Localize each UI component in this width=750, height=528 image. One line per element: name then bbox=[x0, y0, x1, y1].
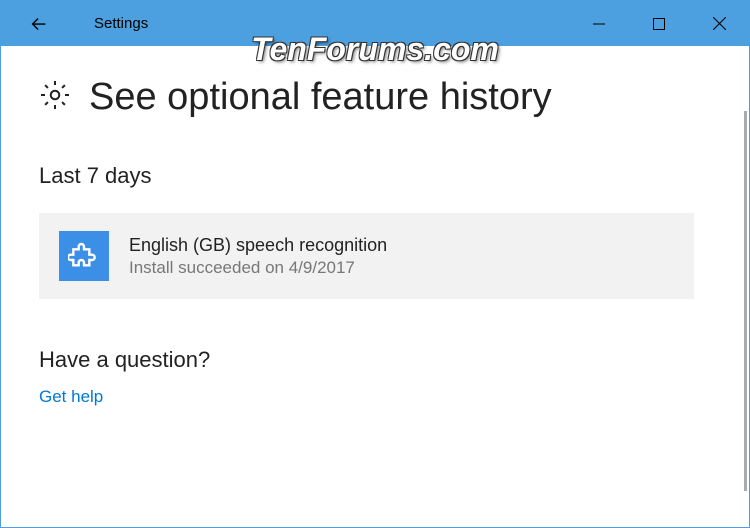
minimize-icon bbox=[593, 18, 605, 30]
back-button[interactable] bbox=[1, 1, 76, 46]
feature-name: English (GB) speech recognition bbox=[129, 235, 387, 256]
feature-history-item[interactable]: English (GB) speech recognition Install … bbox=[39, 213, 694, 299]
window-title: Settings bbox=[94, 15, 148, 32]
maximize-icon bbox=[653, 18, 665, 30]
gear-icon bbox=[39, 79, 71, 116]
feature-text: English (GB) speech recognition Install … bbox=[129, 235, 387, 278]
scrollbar[interactable] bbox=[744, 111, 747, 491]
close-button[interactable] bbox=[689, 1, 749, 46]
maximize-button[interactable] bbox=[629, 1, 689, 46]
help-section-title: Have a question? bbox=[39, 347, 711, 373]
section-title: Last 7 days bbox=[39, 163, 711, 189]
get-help-link[interactable]: Get help bbox=[39, 387, 711, 407]
close-icon bbox=[713, 17, 726, 30]
back-arrow-icon bbox=[28, 13, 50, 35]
feature-status: Install succeeded on 4/9/2017 bbox=[129, 258, 387, 278]
content-area: See optional feature history Last 7 days… bbox=[1, 46, 749, 527]
titlebar: Settings bbox=[1, 1, 749, 46]
page-title: See optional feature history bbox=[89, 76, 552, 119]
puzzle-icon bbox=[59, 231, 109, 281]
minimize-button[interactable] bbox=[569, 1, 629, 46]
page-header: See optional feature history bbox=[39, 76, 711, 119]
window-controls bbox=[569, 1, 749, 46]
